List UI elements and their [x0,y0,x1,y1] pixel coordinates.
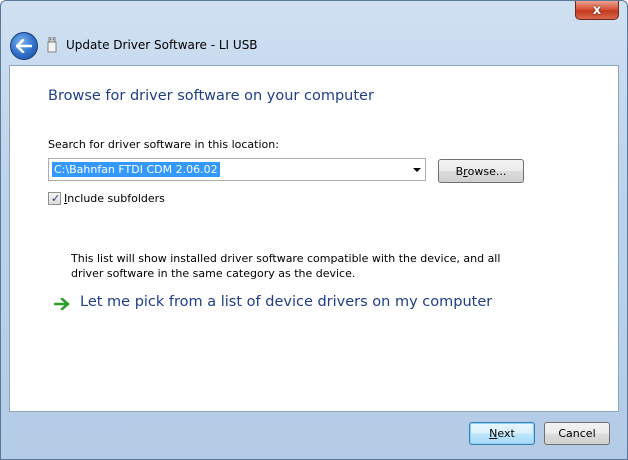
search-location-label: Search for driver software in this locat… [48,138,279,151]
include-subfolders-checkbox[interactable]: ✓ [48,192,61,205]
browse-label-start: B [455,164,464,178]
include-label-rest: nclude subfolders [67,192,165,205]
next-accelerator: N [489,427,498,440]
green-arrow-icon [54,298,70,310]
usb-device-icon [47,37,57,53]
back-button[interactable] [10,32,38,60]
include-subfolders-row[interactable]: ✓ Include subfolders [48,192,165,205]
close-icon: x [592,2,602,18]
cancel-button[interactable]: Cancel [544,422,610,445]
content-panel: Browse for driver software on your compu… [9,65,619,412]
next-label-rest: ext [497,427,515,440]
browse-button[interactable]: Br owse... [438,159,524,183]
window-title: Update Driver Software - LI USB [66,38,258,52]
close-button[interactable]: x [575,1,619,20]
dropdown-arrow-icon[interactable] [413,168,421,172]
pick-driver-description: This list will show installed driver sof… [71,252,501,280]
title-bar: x Update Driver Software - LI USB [1,1,627,65]
back-arrow-icon [16,39,32,53]
path-value[interactable]: C:\Bahnfan FTDI CDM 2.06.02 [52,162,220,177]
next-button[interactable]: Next [469,422,535,445]
pick-driver-link[interactable]: Let me pick from a list of device driver… [80,294,492,310]
include-subfolders-label[interactable]: Include subfolders [64,192,165,205]
path-combobox[interactable]: C:\Bahnfan FTDI CDM 2.06.02 [48,158,426,181]
browse-label-end: owse... [467,164,507,178]
page-heading: Browse for driver software on your compu… [48,88,374,104]
wizard-window: x Update Driver Software - LI USB Browse… [0,0,628,460]
checkmark-icon: ✓ [51,192,61,205]
